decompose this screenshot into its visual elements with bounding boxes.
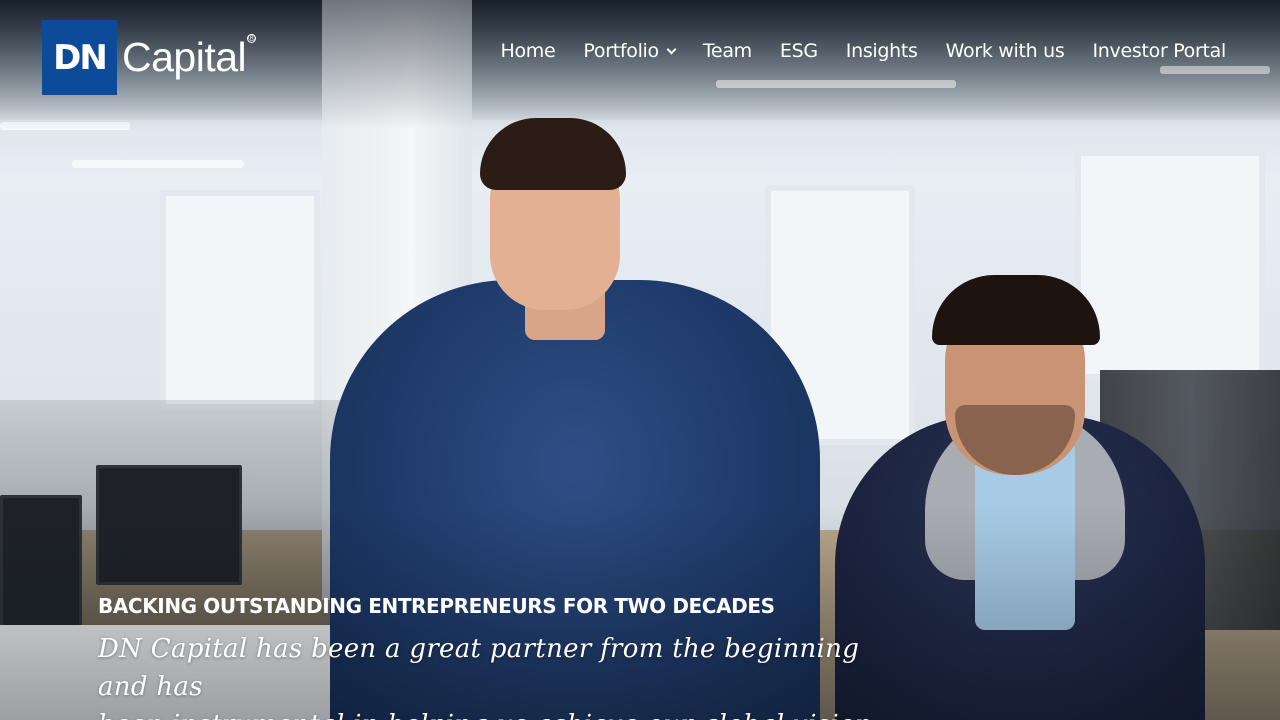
nav-item-work-with-us[interactable]: Work with us xyxy=(946,40,1065,62)
logo-mark: DN xyxy=(53,37,108,78)
nav-item-portfolio[interactable]: Portfolio xyxy=(583,40,677,62)
nav-item-label: Investor Portal xyxy=(1092,40,1227,62)
nav-item-label: Insights xyxy=(845,40,918,62)
nav-item-label: Team xyxy=(702,40,752,62)
nav-item-team[interactable]: Team xyxy=(703,40,752,62)
nav-item-label: ESG xyxy=(779,40,818,62)
nav-item-label: Portfolio xyxy=(583,40,659,62)
nav-item-investor-portal[interactable]: Investor Portal xyxy=(1093,40,1227,62)
nav-item-label: Home xyxy=(500,40,556,62)
logo-wordmark: Capital xyxy=(122,34,247,80)
hero-quote-line: DN Capital has been a great partner from… xyxy=(98,634,860,702)
hero-quote-line: been instrumental in helping us achieve … xyxy=(98,706,898,720)
logo-mark-box: DN xyxy=(42,20,117,95)
hero-quote: DN Capital has been a great partner from… xyxy=(98,630,898,720)
chevron-down-icon xyxy=(666,44,677,54)
nav-item-label: Work with us xyxy=(945,40,1065,62)
nav-item-insights[interactable]: Insights xyxy=(846,40,918,62)
nav-item-home[interactable]: Home xyxy=(500,40,555,62)
nav-item-esg[interactable]: ESG xyxy=(780,40,818,62)
registered-mark: ® xyxy=(247,33,257,44)
hero-tagline: BACKING OUTSTANDING ENTREPRENEURS FOR TW… xyxy=(98,594,775,618)
site-logo[interactable]: DN Capital ® xyxy=(42,20,257,95)
main-nav: Home Portfolio Team ESG Insights Work wi… xyxy=(500,40,1226,62)
